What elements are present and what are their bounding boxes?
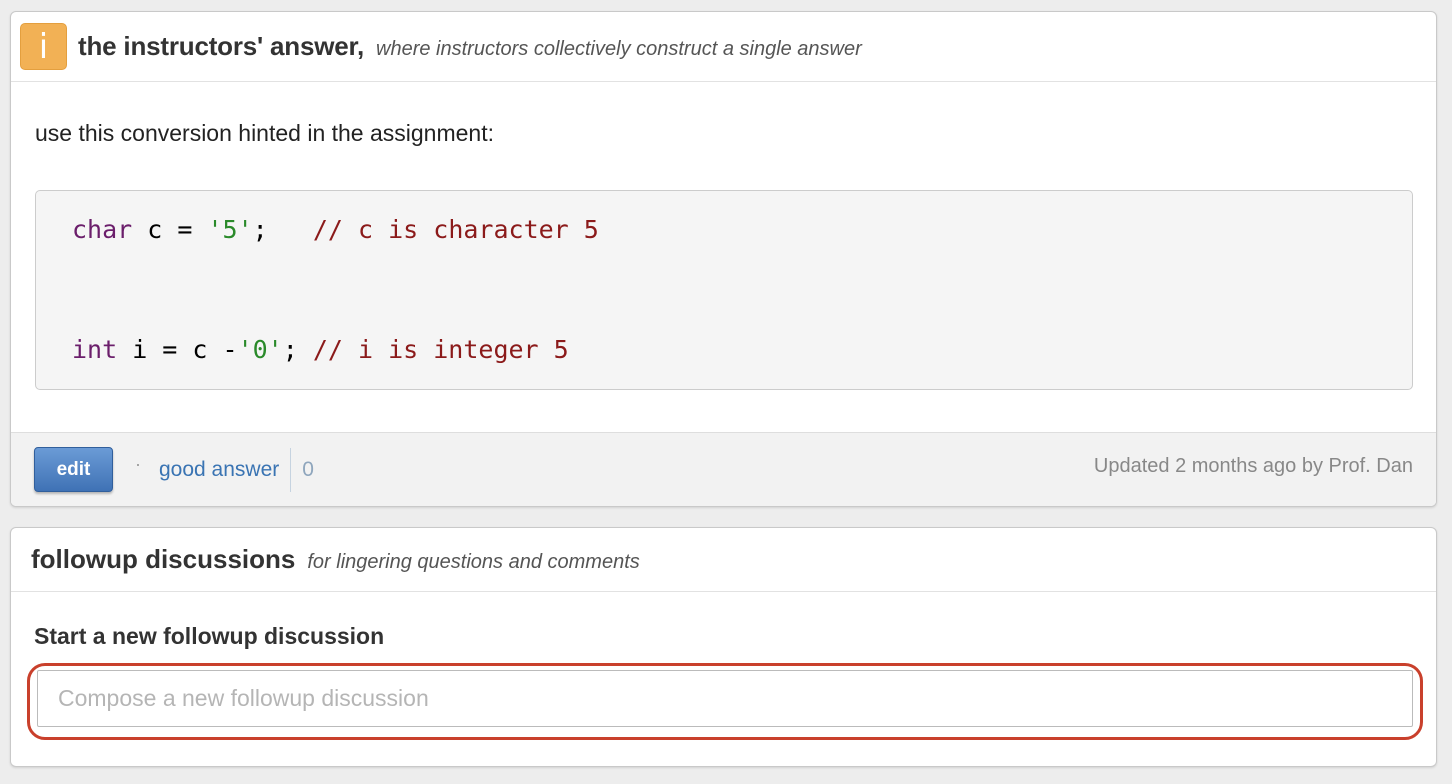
code-line-2: int i = c -'0'; // i is integer 5	[72, 335, 569, 364]
followup-subtitle: for lingering questions and comments	[307, 551, 640, 573]
followup-title: followup discussions	[31, 544, 296, 574]
good-answer-count: 0	[302, 457, 314, 481]
followup-header: followup discussions for lingering quest…	[11, 528, 1436, 592]
followup-discussions-card: followup discussions for lingering quest…	[10, 527, 1437, 767]
instructors-answer-card: i the instructors' answer, where instruc…	[10, 11, 1437, 507]
code-text: ;	[282, 335, 313, 364]
code-block: char c = '5'; // c is character 5 int i …	[35, 190, 1413, 390]
code-comment: // c is character 5	[312, 215, 599, 244]
code-string: '5'	[207, 215, 253, 244]
answer-title: the instructors' answer,	[78, 31, 365, 61]
code-string: '0'	[237, 335, 283, 364]
compose-highlight	[27, 663, 1423, 740]
good-answer-link[interactable]: good answer	[159, 458, 279, 482]
divider	[290, 447, 292, 492]
answer-subtitle: where instructors collectively construct…	[376, 37, 862, 60]
code-keyword: int	[72, 335, 118, 364]
answer-text: use this conversion hinted in the assign…	[35, 120, 494, 146]
code-line-1: char c = '5'; // c is character 5	[72, 215, 599, 244]
code-comment: // i is integer 5	[312, 335, 569, 364]
updated-timestamp: Updated 2 months ago by Prof. Dan	[1093, 455, 1413, 477]
compose-followup-input[interactable]	[37, 670, 1413, 727]
code-text: ;	[252, 215, 313, 244]
code-text: i = c -	[117, 335, 238, 364]
code-keyword: char	[72, 215, 133, 244]
followup-body: Start a new followup discussion	[11, 623, 1436, 740]
start-followup-label: Start a new followup discussion	[34, 623, 385, 649]
instructor-info-icon: i	[20, 23, 67, 70]
dot-separator: ·	[135, 454, 141, 474]
answer-body: use this conversion hinted in the assign…	[11, 120, 1436, 390]
answer-footer: edit · good answer 0 Updated 2 months ag…	[11, 432, 1436, 506]
edit-button[interactable]: edit	[34, 447, 113, 492]
answer-header: i the instructors' answer, where instruc…	[11, 12, 1436, 82]
code-text: c =	[132, 215, 208, 244]
